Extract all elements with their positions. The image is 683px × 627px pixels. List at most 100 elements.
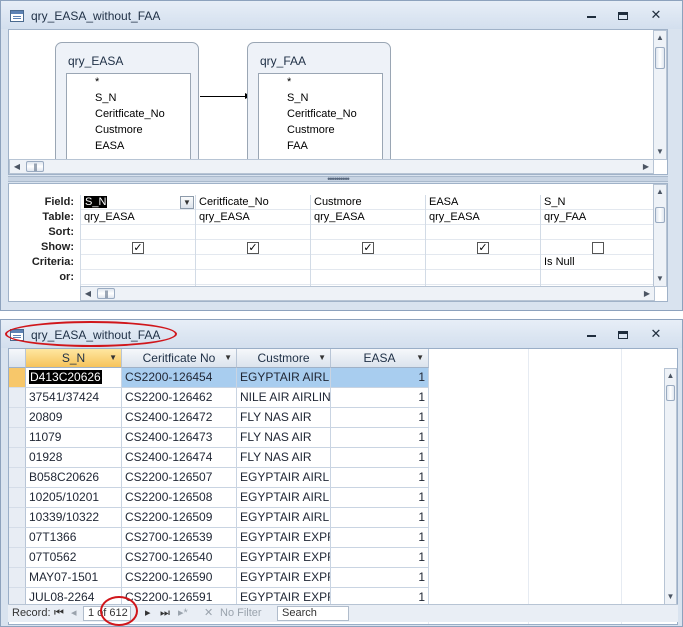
pane-splitter[interactable]: ••••••••••: [8, 174, 668, 184]
row-selector[interactable]: [9, 388, 26, 408]
cell-custmore[interactable]: EGYPTAIR EXPR: [237, 528, 331, 548]
cell-certificate-no[interactable]: CS2400-126472: [122, 408, 237, 428]
close-button[interactable]: ✕: [645, 7, 667, 23]
row-selector[interactable]: [9, 408, 26, 428]
field-item[interactable]: S_N: [287, 92, 308, 104]
field-cell[interactable]: EASA: [426, 195, 540, 210]
show-checkbox[interactable]: ✓: [247, 242, 259, 254]
column-header-sn[interactable]: S_N ▼: [26, 349, 122, 368]
criteria-cell[interactable]: [196, 255, 310, 270]
scroll-up-icon[interactable]: ▲: [654, 31, 666, 45]
cell-sn[interactable]: 01928: [26, 448, 122, 468]
show-checkbox[interactable]: ✓: [477, 242, 489, 254]
criteria-cell[interactable]: [81, 255, 195, 270]
chevron-down-icon[interactable]: ▼: [224, 349, 232, 367]
field-item[interactable]: EASA: [95, 140, 124, 152]
chevron-down-icon[interactable]: ▼: [318, 349, 326, 367]
cell-easa[interactable]: 1: [331, 548, 429, 568]
next-record-icon[interactable]: ▸: [145, 605, 151, 621]
cell-custmore[interactable]: EGYPTAIR AIRLI: [237, 508, 331, 528]
field-item[interactable]: S_N: [95, 92, 116, 104]
row-selector[interactable]: [9, 568, 26, 588]
row-selector[interactable]: [9, 488, 26, 508]
cell-certificate-no[interactable]: CS2700-126539: [122, 528, 237, 548]
cell-certificate-no[interactable]: CS2200-126590: [122, 568, 237, 588]
table-cell[interactable]: qry_EASA: [81, 210, 195, 225]
table-box-qry-easa[interactable]: qry_EASA * S_N Ceritficate_No Custmore E…: [55, 42, 199, 162]
cell-certificate-no[interactable]: CS2200-126507: [122, 468, 237, 488]
cell-sn[interactable]: 37541/37424: [26, 388, 122, 408]
scroll-thumb[interactable]: |||: [26, 161, 44, 172]
or-cell[interactable]: [541, 270, 655, 285]
scroll-down-icon[interactable]: ▼: [654, 145, 666, 159]
show-checkbox[interactable]: ✓: [132, 242, 144, 254]
scroll-right-icon[interactable]: ▶: [639, 160, 653, 173]
table-cell[interactable]: qry_EASA: [196, 210, 310, 225]
last-record-icon[interactable]: ⏭: [160, 605, 170, 621]
field-item[interactable]: *: [287, 76, 291, 88]
cell-easa[interactable]: 1: [331, 568, 429, 588]
field-item[interactable]: Custmore: [287, 124, 335, 136]
column-header-certificate-no[interactable]: Ceritficate No ▼: [122, 349, 237, 368]
or-cell[interactable]: [426, 270, 540, 285]
scroll-thumb[interactable]: |||: [97, 288, 115, 299]
cell-sn[interactable]: 10205/10201: [26, 488, 122, 508]
field-cell[interactable]: S_N ▼: [81, 195, 195, 210]
search-input[interactable]: Search: [277, 606, 349, 621]
cell-sn[interactable]: 11079: [26, 428, 122, 448]
field-item[interactable]: FAA: [287, 140, 308, 152]
table-cell[interactable]: qry_EASA: [426, 210, 540, 225]
cell-custmore[interactable]: EGYPTAIR EXPR: [237, 548, 331, 568]
criteria-cell[interactable]: Is Null: [541, 255, 655, 270]
scroll-down-icon[interactable]: ▼: [654, 272, 666, 286]
close-button[interactable]: ✕: [645, 326, 667, 342]
cell-custmore[interactable]: EGYPTAIR AIRLI: [237, 468, 331, 488]
table-cell[interactable]: qry_FAA: [541, 210, 655, 225]
cell-easa[interactable]: 1: [331, 388, 429, 408]
or-cell[interactable]: [81, 270, 195, 285]
row-selector[interactable]: [9, 468, 26, 488]
cell-easa[interactable]: 1: [331, 428, 429, 448]
table-box-qry-faa[interactable]: qry_FAA * S_N Ceritficate_No Custmore FA…: [247, 42, 391, 162]
diagram-horizontal-scrollbar[interactable]: ◀ ||| ▶: [9, 159, 654, 174]
field-item[interactable]: Custmore: [95, 124, 143, 136]
grid-vertical-scrollbar[interactable]: ▲ ▼: [653, 184, 667, 287]
scroll-down-icon[interactable]: ▼: [665, 590, 676, 604]
row-selector[interactable]: [9, 528, 26, 548]
datasheet-vertical-scrollbar[interactable]: ▲ ▼: [664, 368, 677, 605]
cell-sn[interactable]: MAY07-1501: [26, 568, 122, 588]
no-filter-button[interactable]: No Filter: [220, 605, 262, 621]
field-item[interactable]: Ceritficate_No: [287, 108, 357, 120]
cell-certificate-no[interactable]: CS2700-126540: [122, 548, 237, 568]
cell-custmore[interactable]: FLY NAS AIR: [237, 428, 331, 448]
chevron-down-icon[interactable]: ▼: [109, 349, 117, 367]
cell-easa[interactable]: 1: [331, 368, 429, 388]
column-selector-strip[interactable]: [80, 184, 653, 195]
cell-custmore[interactable]: EGYPTAIR AIRLI: [237, 368, 331, 388]
column-header-easa[interactable]: EASA ▼: [331, 349, 429, 368]
scroll-thumb[interactable]: [655, 47, 665, 69]
minimize-button[interactable]: [580, 7, 602, 23]
cell-custmore[interactable]: FLY NAS AIR: [237, 408, 331, 428]
scroll-up-icon[interactable]: ▲: [654, 185, 666, 199]
first-record-icon[interactable]: ⏮: [54, 605, 64, 621]
table-cell[interactable]: qry_EASA: [311, 210, 425, 225]
show-checkbox[interactable]: ✓: [362, 242, 374, 254]
row-selector[interactable]: [9, 428, 26, 448]
field-cell[interactable]: Custmore: [311, 195, 425, 210]
cell-sn[interactable]: D413C20626: [26, 368, 122, 388]
cell-certificate-no[interactable]: CS2400-126473: [122, 428, 237, 448]
grid-horizontal-scrollbar[interactable]: ◀ ||| ▶: [80, 286, 655, 301]
sort-cell[interactable]: [426, 225, 540, 240]
cell-easa[interactable]: 1: [331, 448, 429, 468]
scroll-up-icon[interactable]: ▲: [665, 369, 676, 383]
field-cell[interactable]: S_N: [541, 195, 655, 210]
scroll-thumb[interactable]: [666, 385, 675, 401]
criteria-cell[interactable]: [426, 255, 540, 270]
cell-easa[interactable]: 1: [331, 488, 429, 508]
cell-sn[interactable]: 07T0562: [26, 548, 122, 568]
cell-custmore[interactable]: FLY NAS AIR: [237, 448, 331, 468]
select-all-corner[interactable]: [9, 349, 26, 368]
current-record-field[interactable]: 1 of 612: [83, 606, 131, 621]
cell-custmore[interactable]: EGYPTAIR AIRLI: [237, 488, 331, 508]
